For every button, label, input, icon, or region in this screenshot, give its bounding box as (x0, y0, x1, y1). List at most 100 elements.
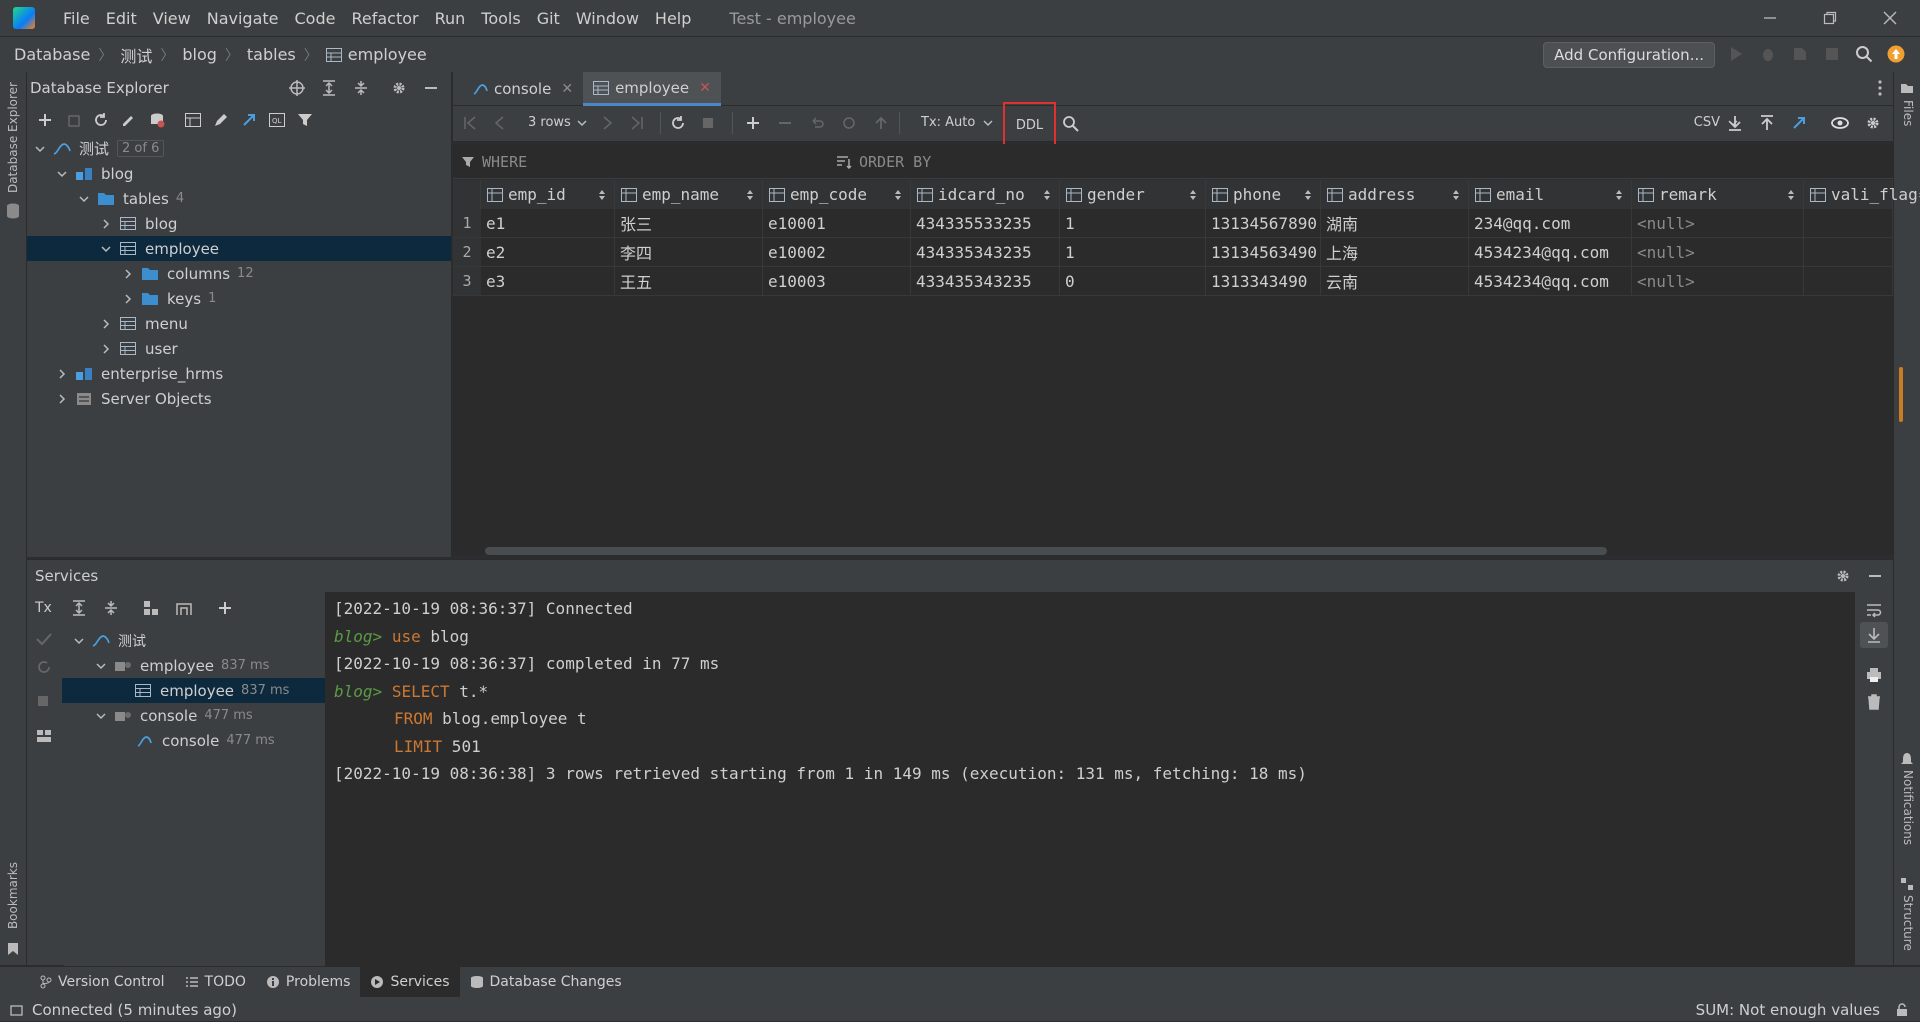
upload-icon[interactable] (1759, 115, 1775, 131)
properties-icon[interactable] (121, 112, 137, 128)
stop-icon[interactable] (149, 112, 165, 128)
menu-tools[interactable]: Tools (473, 9, 528, 28)
tree-node-datasource[interactable]: 测试 2 of 6 (27, 136, 451, 161)
hide-panel-icon[interactable] (423, 80, 439, 96)
table-cell[interactable]: e3 (481, 267, 615, 296)
gear-icon[interactable] (1835, 568, 1851, 584)
tree-node-server-objects[interactable]: Server Objects (27, 386, 451, 411)
sort-arrows-icon[interactable] (1787, 189, 1795, 201)
add-configuration-button[interactable]: Add Configuration... (1543, 42, 1715, 68)
sort-arrows-icon[interactable] (1043, 189, 1051, 201)
column-header-emp-id[interactable]: emp_id (481, 180, 615, 209)
table-cell[interactable]: <null> (1632, 238, 1804, 267)
table-cell[interactable]: 13134563490 (1206, 238, 1321, 267)
run-icon[interactable] (1727, 45, 1745, 63)
table-cell[interactable]: e10002 (763, 238, 911, 267)
table-cell[interactable]: 李四 (615, 238, 763, 267)
gear-icon[interactable] (391, 80, 407, 96)
commit-icon[interactable] (36, 632, 52, 646)
reload-icon[interactable] (670, 115, 686, 131)
table-cell[interactable]: e10003 (763, 267, 911, 296)
column-header-vali-flag[interactable]: vali_flag (1804, 180, 1920, 209)
chevron-right-icon[interactable] (99, 317, 113, 331)
table-cell[interactable]: e1 (481, 209, 615, 238)
delete-row-icon[interactable] (777, 115, 793, 131)
scroll-to-end-button[interactable] (1860, 622, 1888, 648)
structure-tool-button[interactable]: Structure (1901, 895, 1915, 951)
breadcrumb-employee[interactable]: employee (348, 45, 427, 64)
table-cell[interactable]: 张三 (615, 209, 763, 238)
menu-view[interactable]: View (145, 9, 199, 28)
tree-node-table-user[interactable]: user (27, 336, 451, 361)
tree-node-table-menu[interactable]: menu (27, 311, 451, 336)
tab-employee[interactable]: employee ✕ (583, 72, 721, 106)
trash-icon[interactable] (1866, 694, 1882, 710)
next-page-icon[interactable] (600, 116, 614, 130)
table-cell[interactable]: 1313343490 (1206, 267, 1321, 296)
tool-tab-version-control[interactable]: Version Control (30, 967, 175, 997)
chevron-down-icon[interactable] (77, 192, 91, 206)
aggregate-status[interactable]: SUM: Not enough values (1696, 1001, 1880, 1019)
update-icon[interactable] (1887, 45, 1905, 63)
sort-arrows-icon[interactable] (1189, 189, 1197, 201)
print-icon[interactable] (1866, 667, 1882, 683)
compare-icon[interactable] (841, 115, 857, 131)
filter-group-icon[interactable] (175, 600, 193, 616)
chevron-down-icon[interactable] (55, 167, 69, 181)
chevron-down-icon[interactable] (94, 709, 108, 723)
table-cell[interactable] (1804, 209, 1893, 238)
table-cell[interactable]: 4534234@qq.com (1469, 238, 1632, 267)
column-header-idcard-no[interactable]: idcard_no (911, 180, 1060, 209)
soft-wrap-icon[interactable] (1866, 602, 1882, 618)
collapse-all-icon[interactable] (103, 600, 119, 616)
layout-icon[interactable] (36, 729, 52, 743)
submit-icon[interactable] (873, 115, 889, 131)
column-header-remark[interactable]: remark (1632, 180, 1804, 209)
cancel-query-icon[interactable] (700, 115, 716, 131)
search-everywhere-icon[interactable] (1855, 45, 1873, 63)
tree-node-table-employee[interactable]: employee (27, 236, 451, 261)
table-cell[interactable]: 湖南 (1321, 209, 1469, 238)
close-window-button[interactable] (1860, 0, 1920, 36)
menu-refactor[interactable]: Refactor (343, 9, 426, 28)
restore-button[interactable] (1800, 0, 1860, 36)
table-cell[interactable]: 434335533235 (911, 209, 1060, 238)
chevron-right-icon[interactable] (99, 217, 113, 231)
tree-node-schema-blog[interactable]: blog (27, 161, 451, 186)
order-by-input[interactable]: ORDER BY (836, 153, 931, 171)
table-cell[interactable]: 云南 (1321, 267, 1469, 296)
tool-tab-problems[interactable]: Problems (256, 967, 361, 997)
tree-node-tables[interactable]: tables 4 (27, 186, 451, 211)
revert-icon[interactable] (809, 115, 825, 131)
collapse-all-icon[interactable] (353, 80, 369, 96)
minimize-button[interactable] (1740, 0, 1800, 36)
ddl-button[interactable]: DDL (1003, 102, 1056, 148)
chevron-down-icon[interactable] (72, 634, 86, 648)
files-tool-button[interactable]: Files (1901, 100, 1915, 126)
service-node-datasource[interactable]: 测试 (64, 628, 325, 653)
hide-panel-icon[interactable] (1867, 568, 1883, 584)
duplicate-icon[interactable] (65, 112, 81, 128)
tree-node-columns[interactable]: columns 12 (27, 261, 451, 286)
service-node-console[interactable]: console 477 ms (64, 728, 325, 753)
table-cell[interactable]: 13134567890 (1206, 209, 1321, 238)
sort-arrows-icon[interactable] (598, 189, 606, 201)
table-cell[interactable]: 4534234@qq.com (1469, 267, 1632, 296)
menu-navigate[interactable]: Navigate (199, 9, 287, 28)
table-cell[interactable]: 0 (1060, 267, 1206, 296)
sort-arrows-icon[interactable] (894, 189, 902, 201)
table-editor-icon[interactable] (185, 113, 201, 127)
chevron-right-icon[interactable] (121, 292, 135, 306)
close-icon[interactable]: ✕ (561, 81, 573, 97)
table-cell[interactable] (1804, 238, 1893, 267)
chevron-down-icon[interactable] (99, 242, 113, 256)
menu-help[interactable]: Help (647, 9, 699, 28)
tree-node-schema-enterprise[interactable]: enterprise_hrms (27, 361, 451, 386)
last-page-icon[interactable] (630, 116, 644, 130)
add-icon[interactable] (37, 112, 53, 128)
row-number[interactable]: 3 (453, 267, 481, 296)
column-header-emp-name[interactable]: emp_name (615, 180, 763, 209)
group-icon[interactable] (143, 600, 159, 616)
service-node-employee-session[interactable]: employee 837 ms (64, 653, 325, 678)
chevron-right-icon[interactable] (121, 267, 135, 281)
